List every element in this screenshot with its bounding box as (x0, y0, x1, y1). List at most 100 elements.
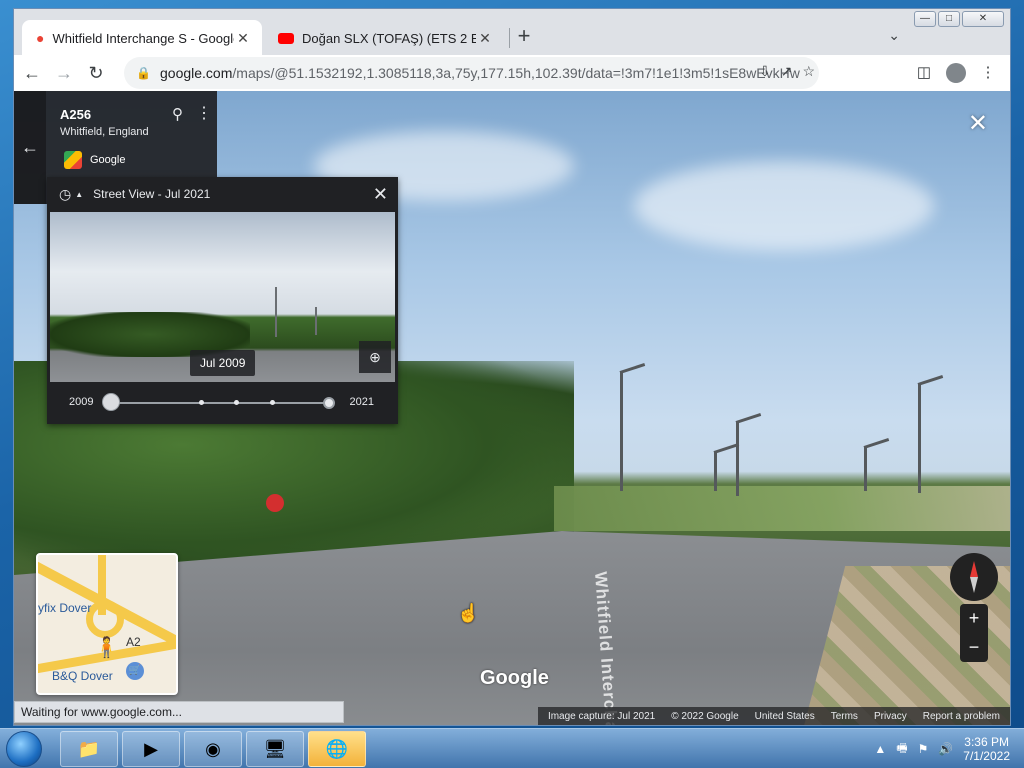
slider-knob[interactable] (102, 393, 120, 411)
google-maps-brand: Google (64, 151, 125, 169)
control-panel-taskbar-icon[interactable]: 🖥 (246, 731, 304, 767)
back-button[interactable]: ← (18, 59, 46, 87)
map-label-place: yfix Dover (38, 601, 92, 615)
taskbar-clock[interactable]: 3:36 PM 7/1/2022 (963, 735, 1010, 763)
system-tray: ▲ 🖷 ⚑ 🔊 3:36 PM 7/1/2022 (874, 734, 1010, 764)
tab-google-maps[interactable]: ● Whitfield Interchange S - Google ✕ (22, 20, 262, 56)
tab-title: Doğan SLX (TOFAŞ) (ETS 2 EDİT) (302, 30, 476, 46)
terms-link[interactable]: Terms (831, 711, 858, 722)
historic-thumbnail[interactable]: Jul 2009 ⊕ (50, 212, 395, 382)
maps-pin-icon: ● (36, 30, 45, 46)
location-pin-icon[interactable]: ⚲ (172, 105, 183, 123)
report-problem-link[interactable]: Report a problem (923, 711, 1000, 722)
tab-close-icon[interactable]: ✕ (234, 29, 252, 47)
minimize-button[interactable]: — (914, 11, 936, 27)
tab-separator (509, 28, 510, 48)
chrome-taskbar-icon[interactable]: ◉ (184, 731, 242, 767)
toolbar-right: ◫ ⋮ (910, 59, 1002, 87)
back-arrow-icon[interactable]: ← (14, 91, 46, 204)
street-lamp (918, 383, 921, 493)
mouse-cursor-icon: ☝ (457, 603, 480, 623)
tab-strip: ● Whitfield Interchange S - Google ✕ Doğ… (14, 9, 1010, 56)
status-bubble: Waiting for www.google.com... (14, 701, 344, 723)
zoom-out-button[interactable]: − (960, 633, 988, 662)
reload-button[interactable]: ↻ (82, 59, 110, 87)
slider-tick[interactable] (234, 400, 239, 405)
forward-button[interactable]: → (50, 59, 78, 87)
map-label-road: A2 (126, 635, 141, 649)
time-travel-title: Street View - Jul 2021 (93, 187, 211, 201)
slider-start-year: 2009 (69, 396, 94, 408)
close-icon[interactable]: ✕ (373, 184, 388, 205)
google-watermark: Google (480, 667, 549, 689)
caret-up-icon: ▲ (75, 189, 84, 199)
install-icon[interactable]: ⇩ (759, 63, 771, 80)
street-lamp (736, 421, 739, 496)
youtube-icon (278, 32, 294, 44)
taskbar: 📁 ▶ ◉ 🖥 🌐 ▲ 🖷 ⚑ 🔊 3:36 PM 7/1/2022 (0, 728, 1024, 768)
window-controls: — □ ✕ (914, 11, 1004, 27)
street-lamp (714, 451, 717, 491)
shopping-icon: 🛒 (126, 662, 144, 680)
compass-control[interactable] (950, 553, 998, 601)
side-panel-icon[interactable]: ◫ (910, 59, 938, 87)
volume-icon[interactable]: 🔊 (938, 742, 953, 756)
time-travel-panel: ◷ ▲ Street View - Jul 2021 ✕ Jul 2009 ⊕ … (47, 177, 398, 424)
street-lamp (620, 371, 623, 491)
clock-time: 3:36 PM (964, 735, 1009, 749)
new-tab-button[interactable]: + (512, 25, 536, 49)
action-center-flag-icon[interactable]: ⚑ (918, 742, 929, 756)
slider-end-dot[interactable] (323, 397, 335, 409)
omnibox-actions: ⇩ ↗ ☆ (759, 63, 815, 80)
tab-youtube[interactable]: Doğan SLX (TOFAŞ) (ETS 2 EDİT) ✕ (264, 20, 504, 56)
map-label-shop: B&Q Dover (52, 669, 113, 683)
map-roundabout (86, 600, 124, 638)
street-view-viewport[interactable]: Whitfield Interchange S ☝ ← A256 Whitfie… (14, 91, 1010, 725)
tab-close-icon[interactable]: ✕ (476, 29, 494, 47)
lock-icon[interactable]: 🔒 (136, 66, 152, 80)
cloud (634, 161, 934, 251)
slider-tick[interactable] (199, 400, 204, 405)
zoom-in-button[interactable]: + (960, 604, 988, 633)
clock-date: 7/1/2022 (963, 749, 1010, 763)
explorer-taskbar-icon[interactable]: 📁 (60, 731, 118, 767)
bookmark-star-icon[interactable]: ☆ (802, 63, 815, 80)
url-text[interactable]: google.com/maps/@51.1532192,1.3085118,3a… (160, 65, 800, 81)
menu-kebab-icon[interactable]: ⋮ (974, 59, 1002, 87)
country-link[interactable]: United States (755, 711, 815, 722)
pegman-icon[interactable]: 🧍 (94, 635, 119, 660)
tab-search-icon[interactable]: ⌄ (888, 27, 900, 44)
attribution-bar: Image capture: Jul 2021 © 2022 Google Un… (537, 707, 1010, 725)
no-entry-sign-icon (266, 494, 284, 512)
share-icon[interactable]: ↗ (781, 63, 793, 80)
year-slider[interactable]: 2009 2021 (47, 387, 398, 419)
profile-avatar[interactable] (946, 63, 966, 83)
mini-map[interactable]: yfix Dover A2 🧍 B&Q Dover 🛒 (36, 553, 178, 695)
copyright-text: © 2022 Google (671, 710, 739, 722)
close-street-view-icon[interactable]: ✕ (968, 109, 988, 138)
close-window-button[interactable]: ✕ (962, 11, 1004, 27)
time-travel-header[interactable]: ◷ ▲ Street View - Jul 2021 (47, 177, 398, 211)
history-clock-icon: ◷ (59, 185, 72, 202)
thumbnail-lamp (275, 287, 277, 337)
start-button[interactable] (6, 731, 42, 767)
privacy-link[interactable]: Privacy (874, 711, 907, 722)
media-player-taskbar-icon[interactable]: ▶ (122, 731, 180, 767)
show-hidden-icons-icon[interactable]: ▲ (874, 742, 886, 756)
network-icon[interactable]: 🖷 (896, 739, 907, 760)
active-app-taskbar-icon[interactable]: 🌐 (308, 731, 366, 767)
slider-end-year: 2021 (349, 396, 374, 408)
zoom-in-magnifier-icon[interactable]: ⊕ (359, 341, 391, 373)
slider-track[interactable] (111, 402, 331, 404)
grass-verge (554, 486, 1010, 531)
address-bar[interactable]: 🔒 google.com/maps/@51.1532192,1.3085118,… (124, 57, 819, 89)
maximize-button[interactable]: □ (938, 11, 960, 27)
slider-tick[interactable] (270, 400, 275, 405)
location-title: A256 (60, 107, 92, 122)
thumbnail-lamp (315, 307, 317, 335)
browser-toolbar: ← → ↻ 🔒 google.com/maps/@51.1532192,1.30… (14, 55, 1010, 91)
thumbnail-date-chip: Jul 2009 (190, 350, 256, 376)
image-capture-date: Image capture: Jul 2021 (547, 710, 656, 722)
tab-title: Whitfield Interchange S - Google (52, 30, 234, 46)
more-options-icon[interactable]: ⋮ (196, 103, 212, 123)
